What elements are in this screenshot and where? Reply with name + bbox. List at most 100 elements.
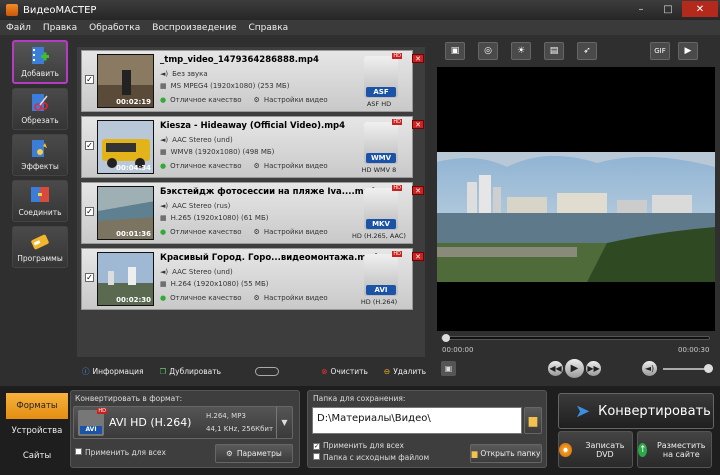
play-icon[interactable]: ▶ [565, 359, 584, 378]
video-settings-link[interactable]: Настройки видео [264, 294, 328, 302]
file-quality[interactable]: ● Отличное качество ⚙ Настройки видео [160, 96, 328, 104]
menu-edit[interactable]: Правка [43, 23, 77, 33]
tab-devices[interactable]: Устройства [6, 418, 68, 444]
maximize-button[interactable]: □ [655, 1, 681, 17]
effects-button-label: Эффекты [21, 162, 59, 171]
open-folder-button[interactable]: ▆ Открыть папку [470, 444, 542, 463]
info-button[interactable]: Информация [93, 367, 144, 376]
clear-button[interactable]: Очистить [331, 367, 368, 376]
subtitle-icon[interactable]: ▤ [544, 42, 564, 60]
source-folder-checkbox[interactable] [313, 453, 320, 460]
format-badge[interactable]: HD AVI [364, 251, 402, 296]
programs-button[interactable]: Программы [12, 226, 68, 268]
rotate-icon[interactable]: ◎ [478, 42, 498, 60]
file-audio: ◄) Без звука [160, 70, 208, 78]
file-duration: 00:02:30 [116, 296, 151, 304]
apply-all-save-checkbox[interactable]: ✓ [313, 443, 320, 450]
previous-icon[interactable]: ◀◀ [548, 361, 563, 376]
menu-help[interactable]: Справка [249, 23, 289, 33]
snapshot-icon[interactable]: ▣ [441, 361, 456, 376]
seek-bar[interactable] [441, 334, 710, 342]
format-name: HD (H.265, AAC) [352, 232, 406, 240]
speed-icon[interactable]: ➶ [577, 42, 597, 60]
format-selector[interactable]: AVI HD AVI HD (H.264) H.264, MP3 44,1 KHz… [73, 406, 293, 439]
remove-file-button[interactable]: ✕ [412, 252, 424, 261]
burn-dvd-button[interactable]: Записать DVD [558, 431, 633, 468]
brightness-icon[interactable]: ☀ [511, 42, 531, 60]
menu-playback[interactable]: Воспроизведение [152, 23, 236, 33]
speaker-icon: ◄) [160, 202, 169, 210]
gif-button[interactable]: GIF [650, 42, 670, 60]
tab-sites[interactable]: Сайты [6, 443, 68, 469]
file-thumbnail[interactable]: 00:02:30 [97, 252, 154, 306]
file-checkbox[interactable]: ✓ [85, 141, 94, 150]
file-checkbox[interactable]: ✓ [85, 273, 94, 282]
volume-slider[interactable] [663, 364, 713, 373]
file-quality[interactable]: ● Отличное качество ⚙ Настройки видео [160, 162, 328, 170]
save-path-input[interactable]: D:\Материалы\Видео\ [312, 407, 522, 434]
cut-button[interactable]: Обрезать [12, 88, 68, 130]
file-quality[interactable]: ● Отличное качество ⚙ Настройки видео [160, 294, 328, 302]
file-duration: 00:02:19 [116, 98, 151, 106]
format-audio: 44,1 KHz, 256Кбит [206, 425, 274, 433]
view-toggle[interactable] [255, 366, 280, 376]
join-button-label: Соединить [18, 208, 62, 217]
screenshot-icon[interactable]: ▶ [678, 42, 698, 60]
crop-icon[interactable]: ▣ [445, 42, 465, 60]
file-quality[interactable]: ● Отличное качество ⚙ Настройки видео [160, 228, 328, 236]
upload-label: Разместить на сайте [656, 440, 706, 459]
source-folder-option[interactable]: Папка с исходным файлом [313, 453, 429, 462]
add-button-label: Добавить [21, 69, 59, 78]
file-thumbnail[interactable]: 00:04:34 [97, 120, 154, 174]
file-audio: ◄) AAC Stereo (und) [160, 136, 233, 144]
effects-button[interactable]: Эффекты [12, 134, 68, 176]
video-frame [437, 67, 715, 331]
add-button[interactable]: Добавить [12, 40, 68, 84]
format-dropdown-icon[interactable]: ▼ [276, 407, 292, 438]
seek-handle[interactable] [442, 334, 450, 342]
menu-file[interactable]: Файл [6, 23, 31, 33]
file-item[interactable]: ✓ 00:02:19 _tmp_video_1479364286888.mp4 … [81, 50, 424, 112]
close-window-button[interactable]: ✕ [682, 1, 718, 17]
menu-process[interactable]: Обработка [89, 23, 140, 33]
file-item[interactable]: ✓ 00:04:34 Kiesza - Hideaway (Official V… [81, 116, 424, 178]
menu-bar: Файл Правка Обработка Воспроизведение Сп… [0, 20, 720, 35]
tab-formats[interactable]: Форматы [6, 393, 68, 419]
folder-icon: ▆ [471, 449, 478, 458]
film-icon: ▦ [160, 280, 167, 288]
delete-button[interactable]: Удалить [393, 367, 426, 376]
duplicate-button[interactable]: Дублировать [169, 367, 221, 376]
format-badge[interactable]: HD WMV [364, 119, 402, 164]
volume-icon[interactable]: ◄) [642, 361, 657, 376]
upload-button[interactable]: ↑ Разместить на сайте [637, 431, 712, 468]
apply-all-formats[interactable]: Применить для всех [75, 448, 166, 457]
file-item[interactable]: ✓ 00:02:30 Красивый Город. Горо...видеом… [81, 248, 424, 310]
params-button[interactable]: ⚙ Параметры [215, 444, 293, 463]
remove-file-button[interactable]: ✕ [412, 120, 424, 129]
convert-button[interactable]: ➤ Конвертировать [558, 393, 714, 429]
video-settings-link[interactable]: Настройки видео [264, 228, 328, 236]
file-thumbnail[interactable]: 00:01:36 [97, 186, 154, 240]
file-thumbnail[interactable]: 00:02:19 [97, 54, 154, 108]
join-button[interactable]: Соединить [12, 180, 68, 222]
next-icon[interactable]: ▶▶ [586, 361, 601, 376]
video-settings-link[interactable]: Настройки видео [264, 162, 328, 170]
video-settings-link[interactable]: Настройки видео [264, 96, 328, 104]
format-badge[interactable]: HD MKV [364, 185, 402, 230]
programs-button-label: Программы [17, 254, 63, 263]
file-item[interactable]: ✓ 00:01:36 Бэкстейдж фотосессии на пляже… [81, 182, 424, 244]
minimize-button[interactable]: – [628, 1, 654, 17]
video-preview[interactable] [437, 67, 715, 331]
apply-all-save[interactable]: ✓ Применить для всех [313, 441, 404, 450]
apply-all-checkbox[interactable] [75, 448, 82, 455]
remove-file-button[interactable]: ✕ [412, 54, 424, 63]
time-end: 00:00:30 [678, 346, 710, 354]
player-controls: ▣ ◀◀ ▶ ▶▶ ◄) [437, 358, 715, 380]
film-icon: ▦ [160, 214, 167, 222]
file-checkbox[interactable]: ✓ [85, 207, 94, 216]
format-badge[interactable]: HD ASF [364, 53, 402, 98]
remove-file-button[interactable]: ✕ [412, 186, 424, 195]
browse-folder-icon[interactable]: ▆ [524, 407, 542, 434]
file-checkbox[interactable]: ✓ [85, 75, 94, 84]
volume-handle[interactable] [704, 364, 713, 373]
